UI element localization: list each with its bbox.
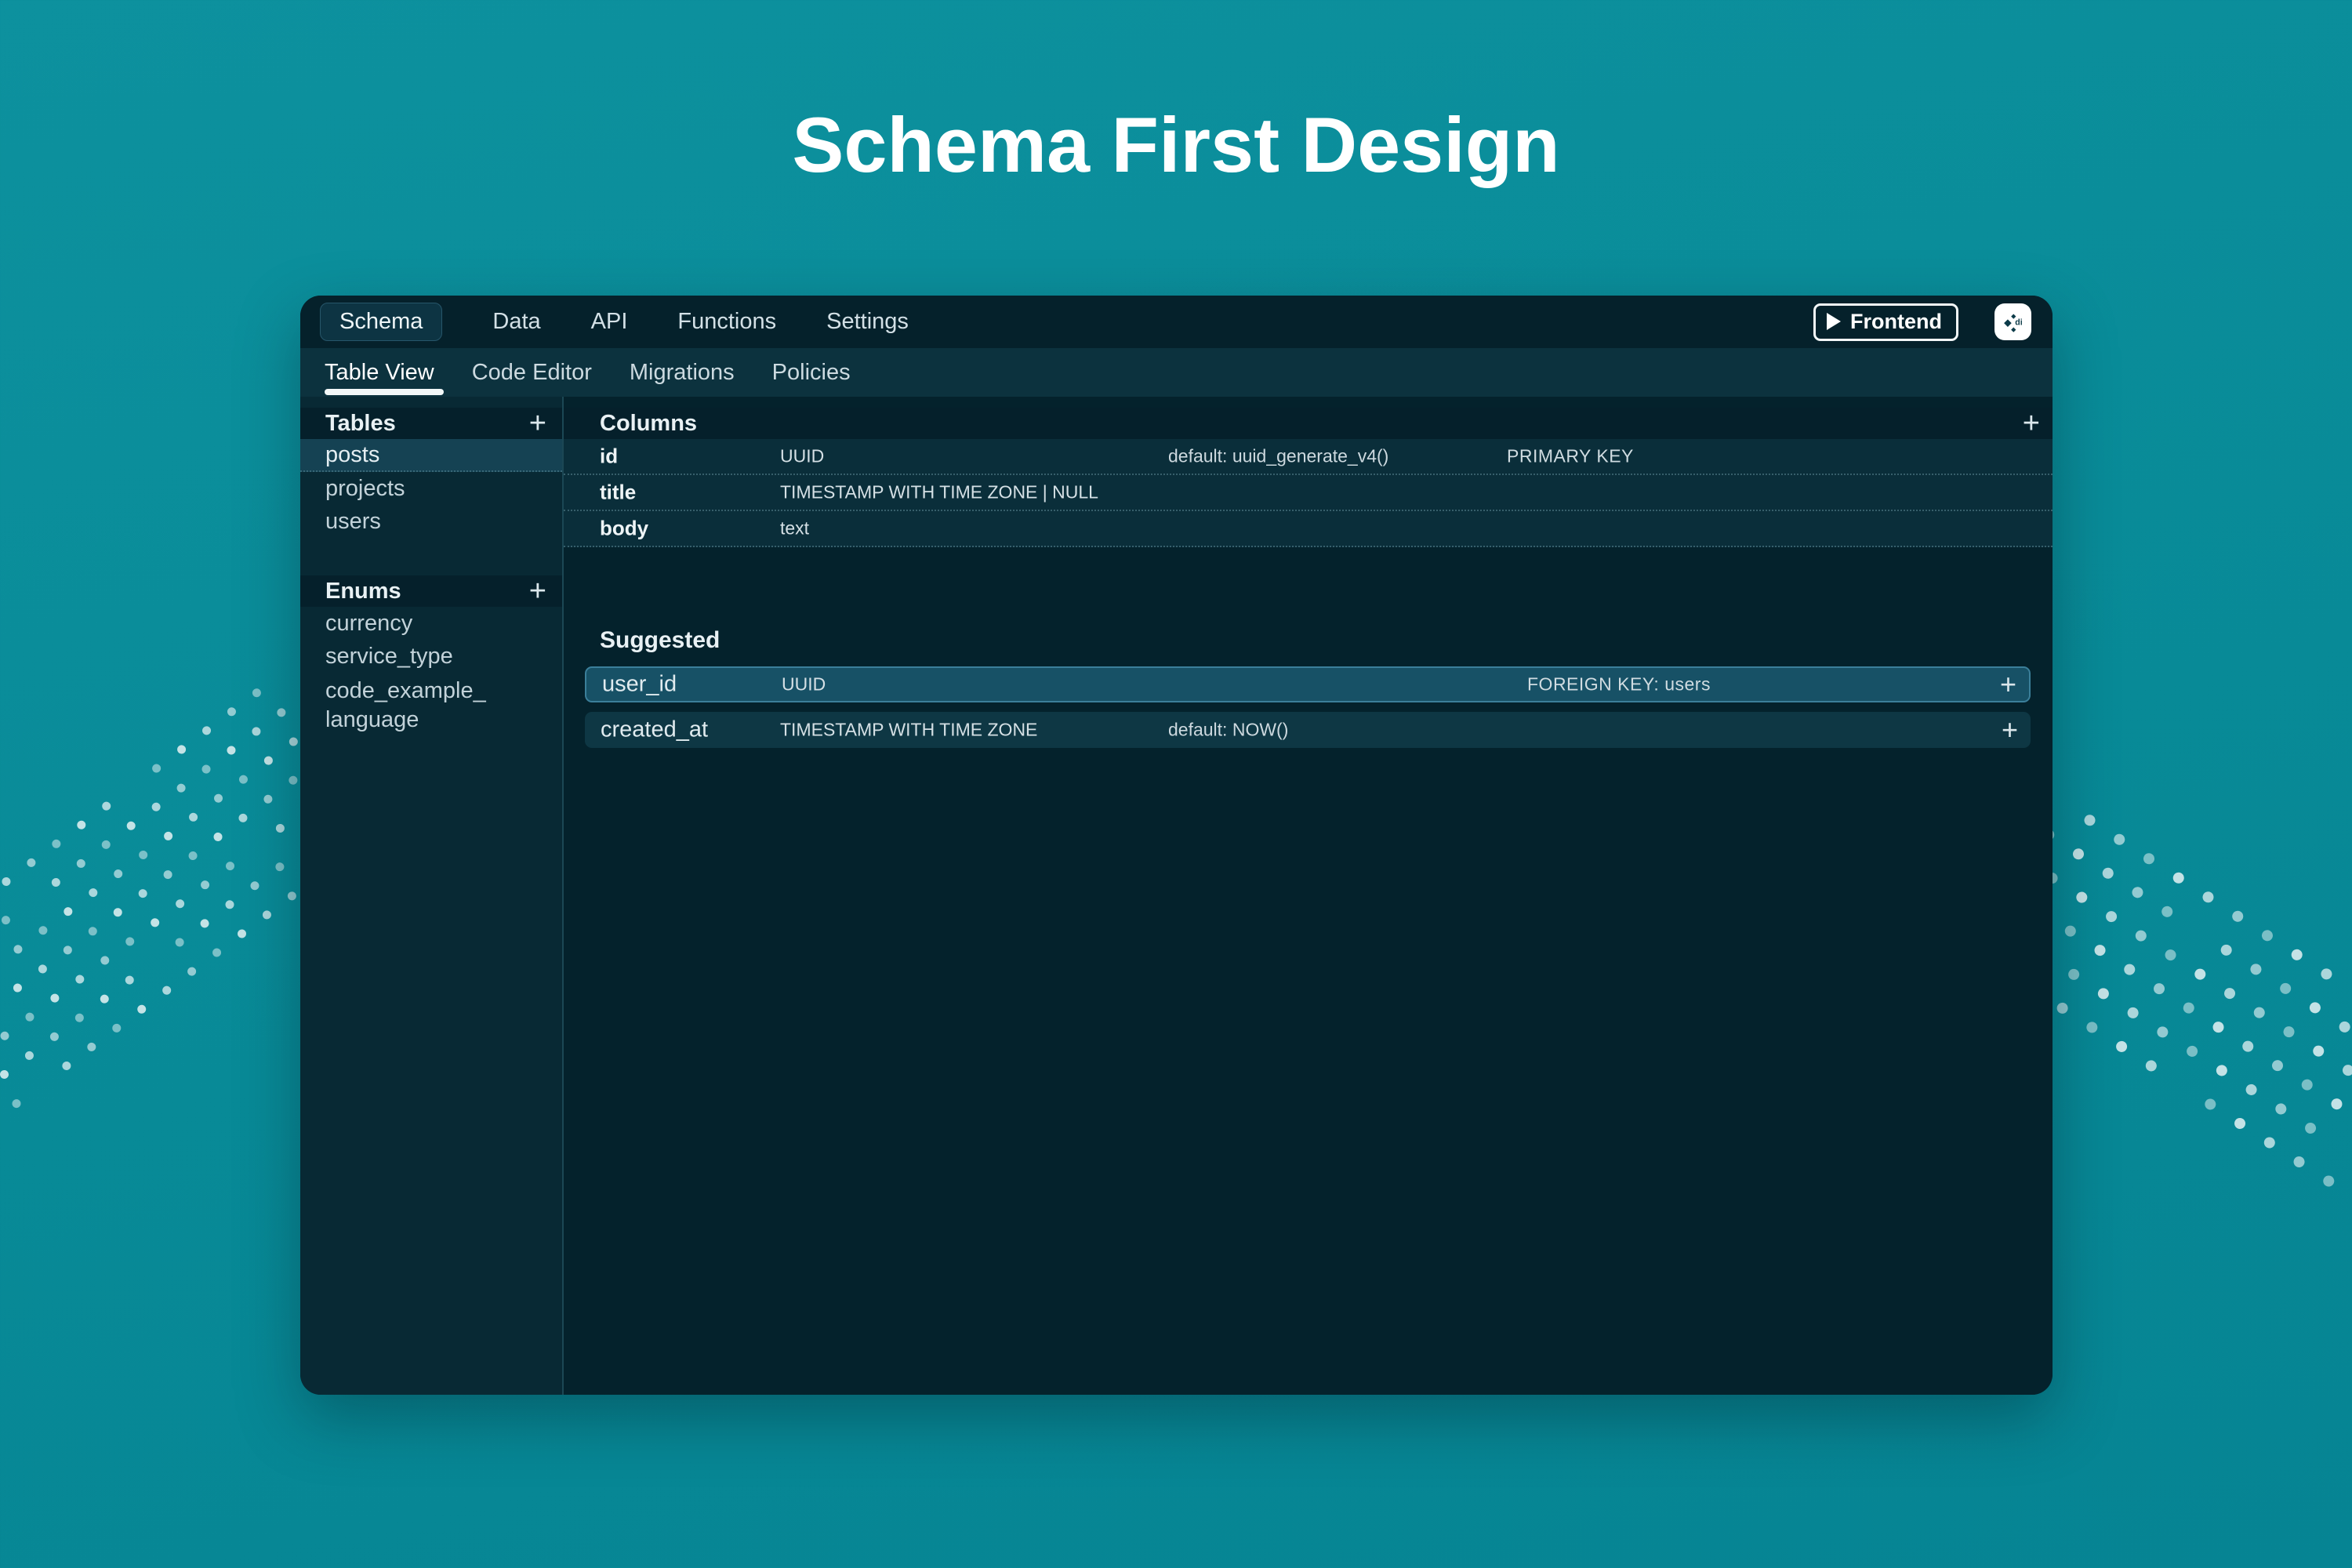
tables-section-header: Tables + bbox=[300, 408, 562, 439]
tables-title: Tables bbox=[325, 411, 396, 437]
diamonds-logo-icon: di bbox=[2000, 309, 2027, 336]
column-type: TIMESTAMP WITH TIME ZONE | NULL bbox=[780, 482, 1098, 503]
main-panel: Columns + id UUID default: uuid_generate… bbox=[564, 397, 2053, 1395]
sidebar-item-posts[interactable]: posts bbox=[300, 439, 562, 472]
subnav-tab-migrations[interactable]: Migrations bbox=[630, 360, 735, 386]
column-constraint-badge: PRIMARY KEY bbox=[1507, 446, 1634, 467]
nav-tab-functions[interactable]: Functions bbox=[677, 303, 776, 340]
add-suggested-column-button[interactable]: + bbox=[2002, 716, 2018, 744]
column-row-id: id UUID default: uuid_generate_v4() PRIM… bbox=[564, 439, 2053, 475]
columns-header: Columns + bbox=[564, 408, 2053, 439]
add-column-button[interactable]: + bbox=[2023, 408, 2040, 438]
sidebar-item-projects[interactable]: projects bbox=[300, 472, 562, 505]
logo-button[interactable]: di bbox=[1994, 303, 2031, 340]
sidebar-item-currency[interactable]: currency bbox=[300, 607, 562, 640]
page-title: Schema First Design bbox=[0, 100, 2352, 190]
subnav-tab-policies[interactable]: Policies bbox=[772, 360, 851, 386]
sidebar: Tables + posts projects users Enums + cu… bbox=[300, 397, 564, 1395]
top-navbar: Schema Data API Functions Settings Front… bbox=[300, 296, 2053, 348]
content-area: Tables + posts projects users Enums + cu… bbox=[300, 397, 2053, 1395]
suggested-name: created_at bbox=[601, 717, 708, 743]
frontend-button[interactable]: Frontend bbox=[1813, 303, 1958, 341]
column-name: title bbox=[600, 481, 636, 505]
add-enum-button[interactable]: + bbox=[529, 576, 546, 606]
sidebar-item-service-type[interactable]: service_type bbox=[300, 640, 562, 673]
suggested-constraint-badge: FOREIGN KEY: users bbox=[1527, 674, 1711, 695]
columns-title: Columns bbox=[600, 411, 697, 437]
enums-title: Enums bbox=[325, 579, 401, 604]
play-icon bbox=[1827, 313, 1841, 330]
column-row-body: body text bbox=[564, 511, 2053, 547]
column-name: id bbox=[600, 445, 618, 469]
column-row-title: title TIMESTAMP WITH TIME ZONE | NULL bbox=[564, 475, 2053, 511]
suggested-default: default: NOW() bbox=[1168, 720, 1288, 741]
sidebar-item-users[interactable]: users bbox=[300, 505, 562, 538]
column-default: default: uuid_generate_v4() bbox=[1168, 446, 1388, 467]
dots-pattern-right bbox=[2035, 812, 2352, 1220]
enums-section-header: Enums + bbox=[300, 575, 562, 607]
nav-tab-settings[interactable]: Settings bbox=[826, 303, 909, 340]
svg-text:di: di bbox=[2015, 318, 2022, 327]
suggested-title: Suggested bbox=[600, 627, 2053, 654]
nav-right-group: Frontend di bbox=[1813, 303, 2031, 341]
app-window: Schema Data API Functions Settings Front… bbox=[300, 296, 2053, 1395]
nav-tabs: Schema Data API Functions Settings bbox=[320, 303, 909, 341]
suggested-row-created-at[interactable]: created_at TIMESTAMP WITH TIME ZONE defa… bbox=[585, 712, 2031, 748]
suggested-name: user_id bbox=[602, 672, 677, 698]
column-name: body bbox=[600, 517, 648, 541]
dots-pattern-left bbox=[0, 666, 337, 1129]
subnav-tab-code-editor[interactable]: Code Editor bbox=[472, 360, 592, 386]
column-type: text bbox=[780, 518, 809, 539]
add-suggested-column-button[interactable]: + bbox=[2000, 670, 2016, 699]
active-tab-indicator bbox=[325, 389, 444, 395]
column-type: UUID bbox=[780, 446, 824, 467]
suggested-type: UUID bbox=[782, 674, 826, 695]
nav-tab-schema[interactable]: Schema bbox=[320, 303, 442, 341]
nav-tab-api[interactable]: API bbox=[591, 303, 628, 340]
schema-subnav: Table View Code Editor Migrations Polici… bbox=[300, 348, 2053, 397]
nav-tab-data[interactable]: Data bbox=[492, 303, 540, 340]
suggested-row-user-id[interactable]: user_id UUID FOREIGN KEY: users + bbox=[585, 666, 2031, 702]
add-table-button[interactable]: + bbox=[529, 408, 546, 438]
subnav-tab-table-view[interactable]: Table View bbox=[325, 360, 434, 386]
frontend-button-label: Frontend bbox=[1850, 310, 1942, 334]
sidebar-gap bbox=[300, 538, 562, 564]
sidebar-item-code-example-language[interactable]: code_example_language bbox=[300, 673, 562, 739]
suggested-type: TIMESTAMP WITH TIME ZONE bbox=[780, 720, 1037, 741]
